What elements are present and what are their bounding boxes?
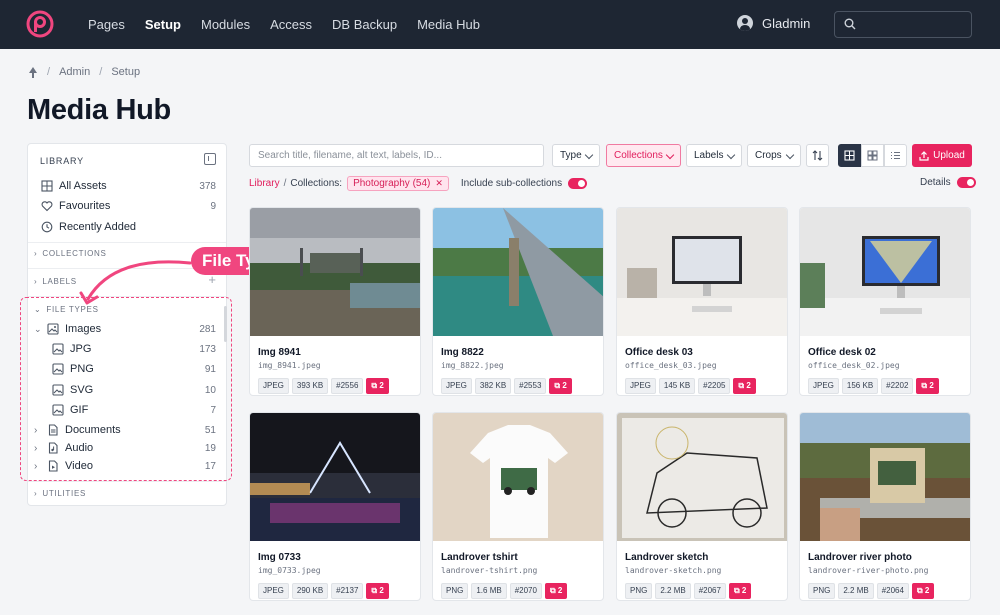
grid-icon <box>41 180 53 192</box>
nav-item-access[interactable]: Access <box>270 17 312 32</box>
small-grid-view-button[interactable] <box>861 144 884 167</box>
asset-thumbnail <box>433 413 603 541</box>
view-switcher <box>838 144 907 167</box>
remove-filter-icon[interactable]: ✕ <box>435 178 443 189</box>
heart-icon <box>41 201 53 212</box>
user-name: Gladmin <box>762 15 811 31</box>
chevron-right-icon: › <box>34 277 38 286</box>
global-search-input[interactable] <box>834 11 972 38</box>
search-icon <box>844 18 856 30</box>
collections-dropdown[interactable]: Collections <box>606 144 681 167</box>
crops-badge[interactable]: ⧉ 2 <box>366 583 389 599</box>
sidebar-item-count: 378 <box>199 180 216 192</box>
sidebar-item-recently-added[interactable]: Recently Added <box>28 217 226 237</box>
asset-card[interactable]: Img 8941 img_8941.jpeg JPEG 393 KB #2556… <box>249 207 421 396</box>
nav-item-pages[interactable]: Pages <box>88 17 125 32</box>
page-title: Media Hub <box>27 94 171 126</box>
chevron-down-icon <box>726 150 736 160</box>
chevron-down-icon <box>785 150 795 160</box>
include-sub-collections-toggle[interactable] <box>568 177 588 189</box>
main-nav: Pages Setup Modules Access DB Backup Med… <box>88 0 500 49</box>
sidebar-item-label: Favourites <box>59 200 111 212</box>
upload-button[interactable]: Upload <box>912 144 972 167</box>
file-types-highlight <box>20 297 232 481</box>
details-toggle[interactable] <box>956 177 976 188</box>
list-view-button[interactable] <box>884 144 907 167</box>
avatar-icon <box>737 15 753 31</box>
asset-card[interactable]: Office desk 02 office_desk_02.jpeg JPEG … <box>799 207 971 396</box>
upload-icon <box>919 150 929 161</box>
sidebar-item-favourites[interactable]: Favourites 9 <box>28 196 226 216</box>
sidebar-item-label: All Assets <box>59 180 107 192</box>
sort-button[interactable] <box>806 144 829 167</box>
asset-thumbnail <box>617 413 787 541</box>
asset-thumbnail <box>800 413 970 541</box>
sidebar-item-all-assets[interactable]: All Assets 378 <box>28 176 226 196</box>
breadcrumb: / Admin / Setup <box>28 66 140 78</box>
labels-dropdown[interactable]: Labels <box>686 144 742 167</box>
chevron-right-icon: › <box>34 249 38 258</box>
app-logo-icon[interactable] <box>26 10 54 38</box>
user-menu[interactable]: Gladmin <box>737 15 810 31</box>
grid-icon <box>844 150 855 161</box>
nav-item-modules[interactable]: Modules <box>201 17 250 32</box>
breadcrumb-admin[interactable]: Admin <box>59 66 90 78</box>
crops-badge[interactable]: ⧉ 2 <box>733 378 756 394</box>
asset-card[interactable]: Landrover tshirt landrover-tshirt.png PN… <box>432 412 604 601</box>
type-dropdown[interactable]: Type <box>552 144 600 167</box>
nav-item-setup[interactable]: Setup <box>145 17 181 32</box>
asset-thumbnail <box>250 208 420 336</box>
collection-filter-chip[interactable]: Photography (54) ✕ <box>347 175 449 191</box>
sidebar-item-label: Recently Added <box>59 221 137 233</box>
chevron-right-icon: › <box>34 489 38 498</box>
crops-badge[interactable]: ⧉ 2 <box>916 378 939 394</box>
sidebar-item-count: 9 <box>210 200 216 212</box>
section-utilities[interactable]: › UTILITIES <box>34 489 86 498</box>
nav-item-media-hub[interactable]: Media Hub <box>417 17 480 32</box>
crops-badge[interactable]: ⧉ 2 <box>911 583 935 599</box>
asset-card[interactable]: Landrover river photo landrover-river-ph… <box>799 412 971 601</box>
list-icon <box>891 151 900 160</box>
asset-card[interactable]: Landrover sketch landrover-sketch.png PN… <box>616 412 788 601</box>
clock-icon <box>41 221 53 233</box>
sidebar-heading: LIBRARY <box>40 156 84 166</box>
crops-badge[interactable]: ⧉ 2 <box>544 583 568 599</box>
breadcrumb-setup[interactable]: Setup <box>111 66 140 78</box>
small-grid-icon <box>867 150 878 161</box>
asset-card[interactable]: Office desk 03 office_desk_03.jpeg JPEG … <box>616 207 788 396</box>
crops-dropdown[interactable]: Crops <box>747 144 801 167</box>
crops-badge[interactable]: ⧉ 2 <box>366 378 389 394</box>
callout-arrow-icon <box>79 260 192 305</box>
crops-badge[interactable]: ⧉ 2 <box>728 583 752 599</box>
sort-icon <box>812 150 823 161</box>
chevron-down-icon <box>584 150 594 160</box>
asset-thumbnail <box>250 413 420 541</box>
collapse-sidebar-icon[interactable] <box>204 153 216 165</box>
section-labels[interactable]: › LABELS <box>34 277 77 286</box>
top-nav-bar: Pages Setup Modules Access DB Backup Med… <box>0 0 1000 49</box>
asset-card[interactable]: Img 0733 img_0733.jpeg JPEG 290 KB #2137… <box>249 412 421 601</box>
asset-search-input[interactable]: Search title, filename, alt text, labels… <box>249 144 544 167</box>
asset-card[interactable]: Img 8822 img_8822.jpeg JPEG 382 KB #2553… <box>432 207 604 396</box>
crops-badge[interactable]: ⧉ 2 <box>549 378 572 394</box>
large-grid-view-button[interactable] <box>838 144 861 167</box>
asset-thumbnail <box>433 208 603 336</box>
chevron-down-icon <box>665 150 675 160</box>
filter-library-link[interactable]: Library <box>249 178 280 189</box>
active-filters: Library / Collections: Photography (54) … <box>249 175 588 191</box>
tree-icon[interactable] <box>28 66 38 78</box>
crop-icon: ⧉ <box>549 586 558 595</box>
crop-icon: ⧉ <box>733 586 742 595</box>
asset-thumbnail <box>800 208 970 336</box>
nav-item-db-backup[interactable]: DB Backup <box>332 17 397 32</box>
crop-icon: ⧉ <box>916 586 925 595</box>
details-toggle-group: Details <box>920 177 976 188</box>
asset-thumbnail <box>617 208 787 336</box>
